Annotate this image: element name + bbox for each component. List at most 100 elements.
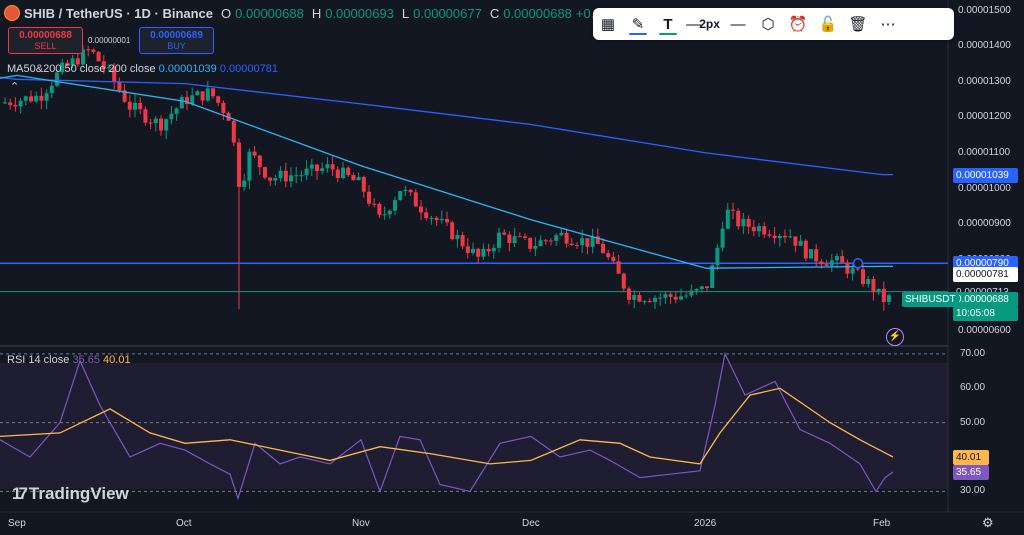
symbol-header: SHIB / TetherUS · 1D · Binance O 0.000006…: [4, 5, 693, 21]
candle-body: [621, 273, 626, 289]
rsi-legend[interactable]: RSI 14 close 35.65 40.01: [7, 354, 131, 366]
candle-body: [268, 177, 273, 181]
collapse-chevron-icon[interactable]: ⌃: [10, 80, 19, 93]
trash-icon[interactable]: 🗑: [843, 10, 873, 38]
close-label: C: [489, 5, 500, 21]
candle-body: [398, 191, 403, 201]
candle-body: [471, 248, 475, 253]
line-width-icon[interactable]: — 2px: [683, 10, 723, 38]
price-axis-label: 0.00001000: [958, 182, 1011, 194]
candle-body: [871, 279, 876, 293]
candle-body: [809, 249, 813, 259]
candle-body: [356, 177, 361, 181]
candle-body: [205, 88, 210, 101]
ma200-value: 0.00000781: [219, 63, 278, 75]
candle-body: [164, 119, 169, 131]
candle-body: [413, 192, 418, 207]
candle-body: [684, 295, 689, 297]
candle-body: [731, 209, 735, 211]
rsi-value: 35.65: [72, 354, 100, 366]
open-value: 0.00000688: [235, 5, 304, 21]
rsi-axis-label: 30.00: [960, 485, 986, 497]
candle-body: [221, 102, 226, 113]
ma-legend[interactable]: MA50&200 50 close 200 close 0.00001039 0…: [7, 63, 278, 75]
candle-body: [679, 296, 683, 300]
candle-body: [819, 261, 824, 265]
candle-body: [751, 226, 756, 232]
candle-body: [39, 95, 44, 101]
candle-body: [788, 236, 793, 238]
candle-body: [341, 167, 345, 179]
brand-name: TradingView: [28, 484, 129, 503]
pencil-icon[interactable]: ✎: [623, 10, 653, 38]
countdown-tag: 10:05:08: [953, 306, 1018, 322]
candle-body: [351, 175, 356, 181]
template-icon[interactable]: ▦: [593, 10, 623, 38]
candle-body: [299, 175, 304, 177]
high-value: 0.00000693: [325, 5, 394, 21]
candle-body: [486, 248, 491, 252]
candle-body: [705, 286, 709, 289]
candle-body: [216, 96, 221, 103]
candle-body: [559, 232, 564, 236]
price-axis-label: 0.00001400: [958, 40, 1011, 52]
candle-body: [887, 295, 891, 302]
line-width-label: 2px: [699, 17, 720, 31]
alarm-icon[interactable]: ⏰: [783, 10, 813, 38]
gear-icon[interactable]: ⚙: [982, 515, 994, 531]
price-axis-label: 0.00001100: [958, 146, 1011, 158]
line-style-icon[interactable]: —: [723, 10, 753, 38]
candle-body: [86, 49, 91, 51]
lock-icon[interactable]: 🔓: [813, 10, 843, 38]
candle-body: [143, 109, 148, 123]
bolt-icon[interactable]: ⚡: [886, 328, 904, 346]
candle-body: [361, 177, 366, 192]
candle-body: [835, 256, 839, 261]
candle-body: [762, 226, 767, 235]
candle-body: [533, 245, 538, 249]
buy-button[interactable]: 0.00000689 BUY: [139, 27, 214, 54]
candle-body: [757, 226, 761, 232]
candle-body: [153, 118, 158, 123]
candle-body: [450, 222, 455, 240]
candle-body: [543, 240, 548, 242]
candle-body: [616, 261, 621, 274]
candle-body: [408, 189, 413, 193]
settings-hex-icon[interactable]: ⬡: [753, 10, 783, 38]
candle-body: [845, 262, 850, 274]
more-icon[interactable]: ⋯: [873, 10, 903, 38]
candle-body: [767, 234, 772, 236]
candle-body: [512, 236, 517, 244]
candle-body: [439, 218, 444, 221]
candle-body: [335, 169, 340, 179]
candle-body: [653, 297, 657, 302]
buy-price: 0.00000689: [150, 30, 203, 41]
candle-body: [231, 120, 236, 143]
line-handle[interactable]: [852, 257, 864, 269]
candle-body: [793, 236, 798, 246]
rsi-axis-label: 50.00: [960, 416, 986, 428]
candle-body: [627, 288, 631, 300]
candle-body: [855, 268, 860, 270]
candle-body: [736, 210, 741, 227]
candle-body: [699, 286, 704, 290]
sell-button[interactable]: 0.00000688 SELL: [8, 27, 83, 54]
symbol-tag[interactable]: SHIBUSDT: [902, 292, 959, 308]
price-chart[interactable]: [0, 0, 1024, 535]
candle-body: [242, 180, 247, 187]
candle-body: [798, 240, 803, 246]
candle-body: [590, 236, 595, 247]
candle-body: [725, 209, 730, 229]
rsi-ma-value: 40.01: [103, 354, 131, 366]
candle-body: [694, 289, 699, 291]
symbol-title[interactable]: SHIB / TetherUS · 1D · Binance: [24, 6, 213, 21]
candle-body: [569, 243, 574, 245]
candle-body: [850, 268, 855, 274]
candle-body: [257, 155, 262, 168]
candle-body: [507, 234, 512, 244]
candle-body: [491, 247, 496, 252]
time-axis-label: Oct: [176, 518, 192, 529]
candle-body: [611, 257, 616, 262]
candle-body: [377, 203, 382, 215]
text-icon[interactable]: T: [653, 10, 683, 38]
